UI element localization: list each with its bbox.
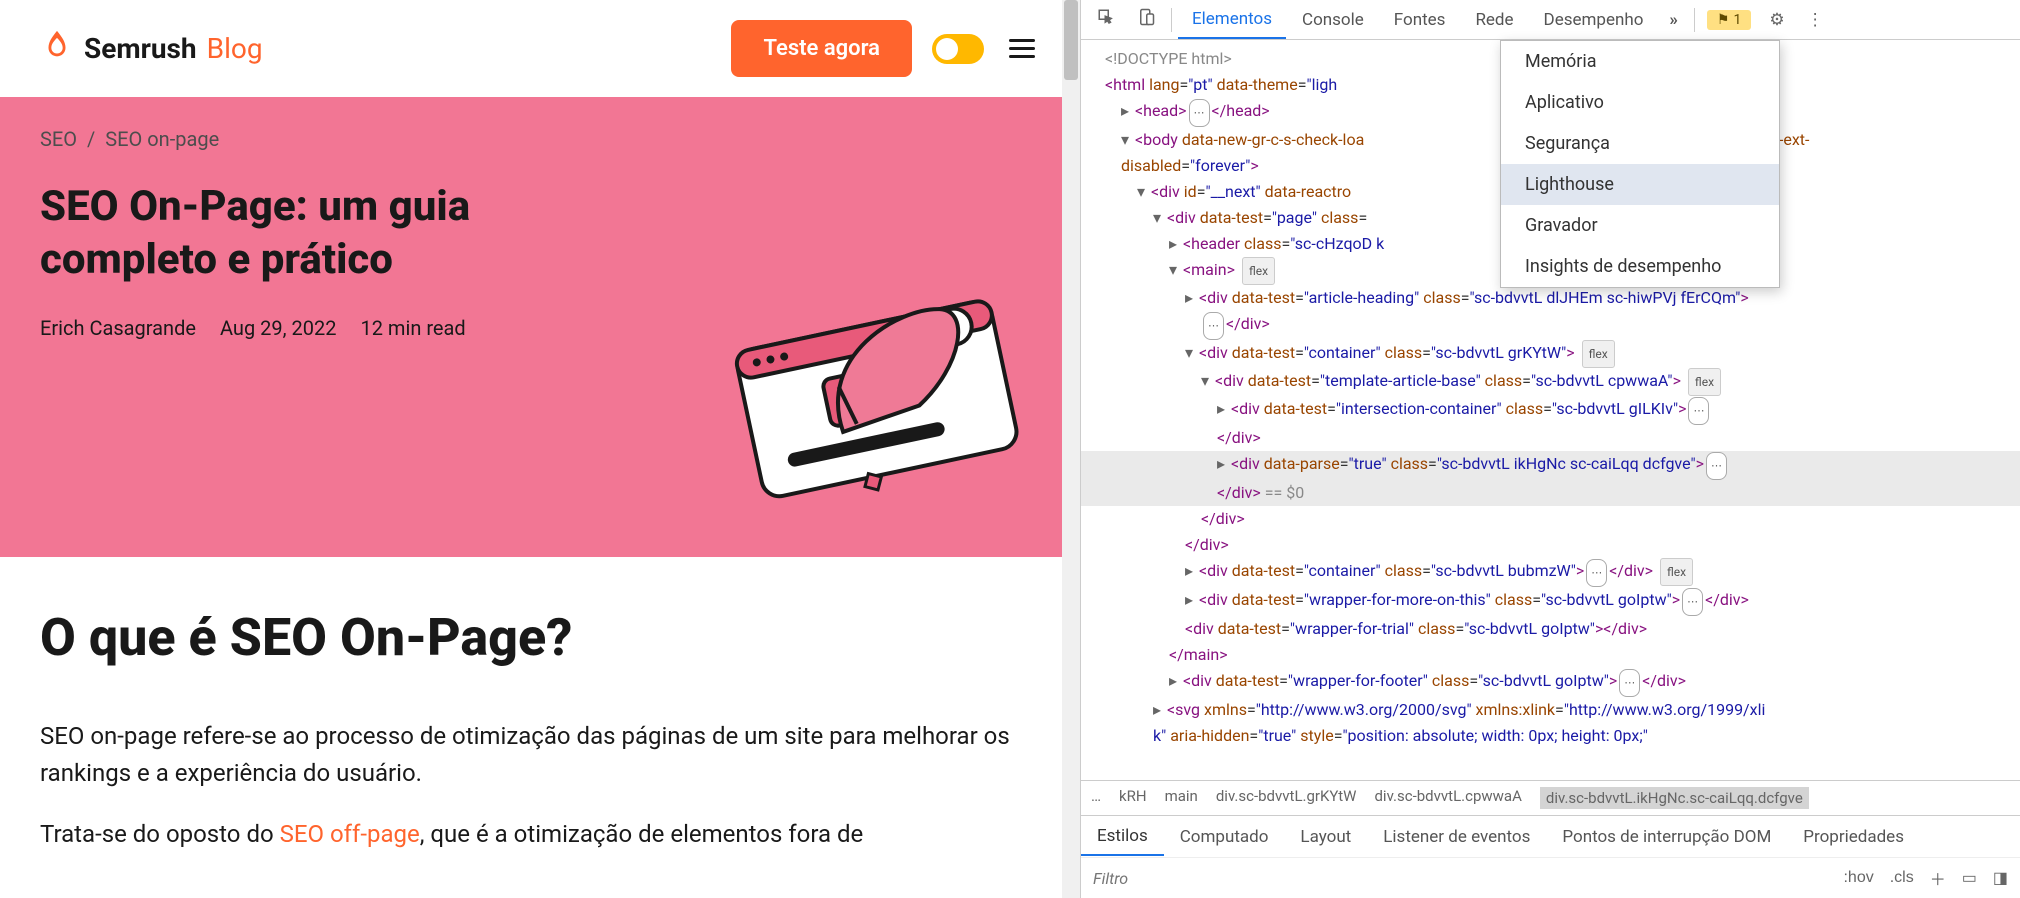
section-heading: O que é SEO On-Page?: [40, 607, 1040, 668]
menu-application[interactable]: Aplicativo: [1501, 82, 1779, 123]
paragraph: SEO on-page refere-se ao processo de oti…: [40, 718, 1040, 792]
more-tabs-dropdown: Memória Aplicativo Segurança Lighthouse …: [1500, 40, 1780, 288]
crumb[interactable]: kRH: [1119, 787, 1147, 809]
menu-lighthouse[interactable]: Lighthouse: [1501, 164, 1779, 205]
selected-node[interactable]: ▸<div data-parse="true" class="sc-bdvvtL…: [1081, 451, 2020, 480]
tab-styles[interactable]: Estilos: [1081, 818, 1164, 856]
read-time: 12 min read: [360, 316, 465, 340]
menu-memory[interactable]: Memória: [1501, 41, 1779, 82]
tab-console[interactable]: Console: [1288, 2, 1378, 38]
cls-toggle[interactable]: .cls: [1890, 869, 1914, 887]
author: Erich Casagrande: [40, 316, 196, 340]
panel-icon[interactable]: ◨: [1993, 868, 2008, 888]
breadcrumb: SEO / SEO on-page: [40, 127, 1040, 151]
crumb-more[interactable]: …: [1091, 787, 1101, 809]
site-header: Semrush Blog Teste agora: [0, 0, 1080, 97]
filter-input[interactable]: [1093, 869, 1827, 888]
webpage-pane: Semrush Blog Teste agora SEO / SEO on-pa…: [0, 0, 1080, 898]
styles-filter-row: :hov .cls ＋ ▭ ◨: [1081, 857, 2020, 898]
brand-name: Semrush: [84, 32, 197, 65]
devtools-tabbar: Elementos Console Fontes Rede Desempenho…: [1081, 0, 2020, 40]
blog-label: Blog: [207, 32, 263, 65]
article-content: O que é SEO On-Page? SEO on-page refere-…: [0, 557, 1080, 898]
scrollbar[interactable]: [1062, 0, 1080, 898]
hero-section: SEO / SEO on-page SEO On-Page: um guia c…: [0, 97, 1080, 557]
kebab-icon[interactable]: ⋮: [1797, 4, 1834, 36]
gear-icon[interactable]: ⚙: [1759, 4, 1794, 36]
fire-icon: [40, 28, 74, 70]
warnings-badge[interactable]: ⚑ 1: [1707, 10, 1751, 30]
breadcrumb-current[interactable]: SEO on-page: [105, 127, 219, 151]
logo[interactable]: Semrush Blog: [40, 28, 263, 70]
dom-breadcrumb: … kRH main div.sc-bdvvtL.grKYtW div.sc-b…: [1081, 780, 2020, 815]
tab-layout[interactable]: Layout: [1284, 819, 1367, 855]
tab-sources[interactable]: Fontes: [1380, 2, 1460, 38]
breadcrumb-sep: /: [87, 127, 95, 151]
hamburger-menu[interactable]: [1004, 34, 1040, 63]
tab-properties[interactable]: Propriedades: [1787, 819, 1920, 855]
crumb-selected[interactable]: div.sc-bdvvtL.ikHgNc.sc-caiLqq.dcfgve: [1540, 787, 1809, 809]
tab-elements[interactable]: Elementos: [1178, 1, 1286, 39]
page-title: SEO On-Page: um guia completo e prático: [40, 181, 560, 286]
inline-link[interactable]: SEO off-page: [280, 820, 420, 848]
menu-security[interactable]: Segurança: [1501, 123, 1779, 164]
cta-button[interactable]: Teste agora: [731, 20, 912, 77]
tab-computed[interactable]: Computado: [1164, 819, 1285, 855]
crumb[interactable]: div.sc-bdvvtL.cpwwaA: [1374, 787, 1521, 809]
styles-tabbar: Estilos Computado Layout Listener de eve…: [1081, 815, 2020, 857]
more-tabs-chevron[interactable]: »: [1659, 4, 1688, 36]
crumb[interactable]: div.sc-bdvvtL.grKYtW: [1216, 787, 1357, 809]
menu-insights[interactable]: Insights de desempenho: [1501, 246, 1779, 287]
new-rule-icon[interactable]: ＋: [1930, 866, 1946, 890]
hero-illustration: [680, 227, 1040, 507]
inspect-icon[interactable]: [1087, 2, 1125, 37]
tab-network[interactable]: Rede: [1461, 2, 1527, 38]
computed-view-icon[interactable]: ▭: [1962, 868, 1977, 888]
menu-recorder[interactable]: Gravador: [1501, 205, 1779, 246]
tab-performance[interactable]: Desempenho: [1530, 2, 1658, 38]
tab-listeners[interactable]: Listener de eventos: [1367, 819, 1546, 855]
hov-toggle[interactable]: :hov: [1843, 869, 1873, 887]
theme-toggle[interactable]: [932, 34, 984, 64]
crumb[interactable]: main: [1165, 787, 1198, 809]
tab-dom-breakpoints[interactable]: Pontos de interrupção DOM: [1546, 819, 1787, 855]
paragraph: Trata-se do oposto do SEO off-page, que …: [40, 816, 1040, 853]
publish-date: Aug 29, 2022: [220, 316, 337, 340]
device-icon[interactable]: [1127, 2, 1165, 37]
devtools-pane: Elementos Console Fontes Rede Desempenho…: [1080, 0, 2020, 898]
breadcrumb-root[interactable]: SEO: [40, 127, 77, 151]
